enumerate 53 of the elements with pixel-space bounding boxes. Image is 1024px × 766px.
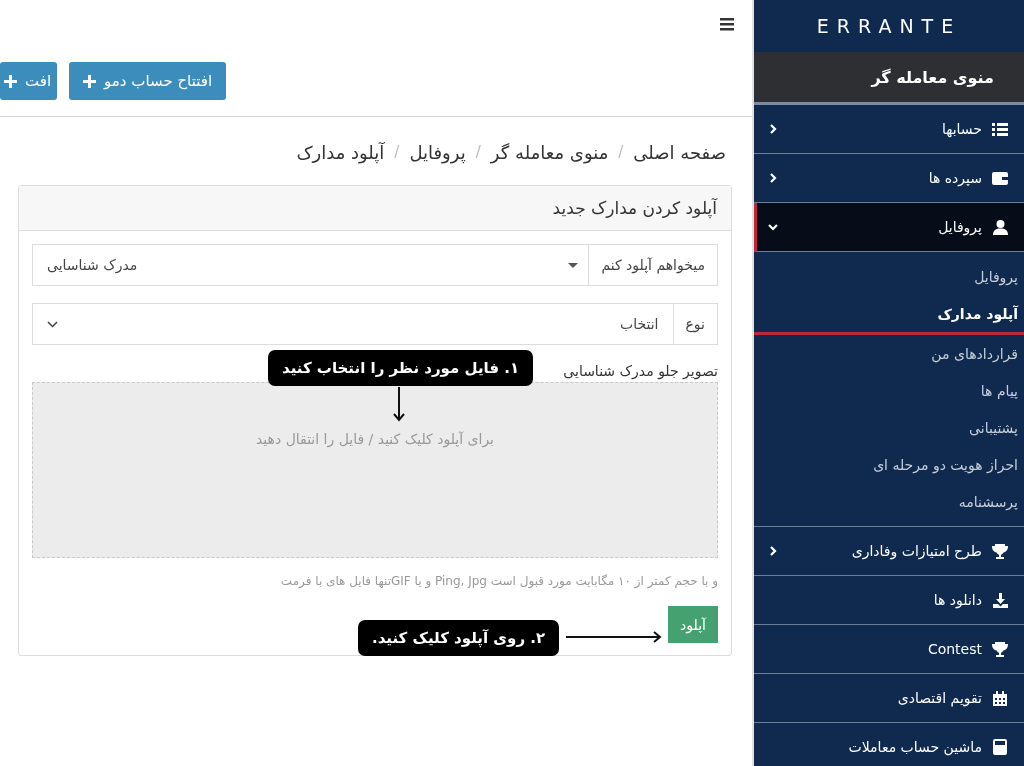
submenu-item[interactable]: پیام ها bbox=[754, 372, 1024, 409]
submenu-item[interactable]: پرسشنامه bbox=[754, 483, 1024, 520]
download-icon bbox=[992, 592, 1008, 608]
upload-label: تصویر جلو مدرک شناسایی bbox=[563, 363, 718, 379]
trophy-icon bbox=[992, 641, 1008, 657]
calendar-icon bbox=[993, 690, 1007, 706]
breadcrumb-separator: / bbox=[394, 143, 400, 161]
chevron-right-icon bbox=[768, 173, 778, 183]
calculator-icon bbox=[993, 739, 1007, 755]
sidebar-item[interactable]: دانلود ها bbox=[754, 576, 1024, 625]
document-type-dropdown[interactable]: مدرک شناسایی bbox=[32, 244, 589, 286]
submenu-item[interactable]: احراز هویت دو مرحله ای bbox=[754, 446, 1024, 483]
submenu-item[interactable]: پروفایل bbox=[754, 258, 1024, 295]
breadcrumb-separator: / bbox=[618, 143, 624, 161]
breadcrumb-separator: / bbox=[475, 143, 481, 161]
wallet-icon bbox=[992, 171, 1008, 185]
caret-icon bbox=[568, 262, 579, 268]
field-label: نوع bbox=[672, 303, 718, 345]
submenu-item[interactable]: پشتیبانی bbox=[754, 409, 1024, 446]
arrow-down-icon bbox=[393, 387, 405, 422]
breadcrumb-link[interactable]: آپلود مدارک bbox=[296, 141, 385, 163]
user-icon bbox=[992, 219, 1008, 235]
help-text: و با حجم کمتر از ۱۰ مگابایت مورد قبول است Ping, Jpg و یا GIFتنها فایل های با فرمت bbox=[279, 574, 718, 588]
open-account-button[interactable]: افتتاح حساب دمو bbox=[69, 62, 227, 100]
sidebar-item[interactable]: طرح امتیازات وفاداری bbox=[754, 527, 1024, 576]
type-select[interactable]: انتخاب bbox=[32, 303, 673, 345]
breadcrumb-link[interactable]: صفحه اصلی bbox=[633, 141, 726, 163]
logo: ERRANTE bbox=[816, 15, 962, 37]
open-account-button[interactable]: افت bbox=[0, 62, 58, 100]
sidebar-header: منوی معامله گر bbox=[754, 52, 1024, 105]
callout-label: ۲. روی آپلود کلیک کنید. bbox=[358, 620, 560, 656]
submenu-item[interactable]: قراردادهای من bbox=[754, 335, 1024, 372]
breadcrumb-link[interactable]: پروفایل bbox=[409, 141, 466, 163]
chevron-down-icon bbox=[47, 320, 58, 328]
sidebar-item[interactable]: پروفایل bbox=[754, 203, 1024, 252]
card-header: آپلود کردن مدارک جدید bbox=[19, 186, 731, 231]
sidebar-item[interactable]: تقویم اقتصادی bbox=[754, 674, 1024, 723]
sidebar-item[interactable]: حسابها bbox=[754, 105, 1024, 154]
arrow-right-icon bbox=[566, 631, 662, 643]
menu-icon[interactable] bbox=[720, 17, 734, 31]
sidebar-item[interactable]: Contest bbox=[754, 625, 1024, 674]
list-icon bbox=[992, 122, 1008, 136]
chevron-right-icon bbox=[768, 124, 778, 134]
callout-label: ۱. فایل مورد نظر را انتخاب کنید bbox=[268, 350, 534, 386]
submenu-item[interactable]: آپلود مدارک bbox=[754, 295, 1024, 335]
sidebar-item[interactable]: ماشین حساب معاملات bbox=[754, 723, 1024, 766]
field-label: میخواهم آپلود کنم bbox=[588, 244, 718, 286]
chevron-right-icon bbox=[768, 546, 778, 556]
plus-icon bbox=[83, 74, 97, 88]
chevron-down-icon bbox=[768, 222, 778, 232]
trophy-icon bbox=[992, 543, 1008, 559]
breadcrumb-link[interactable]: منوی معامله گر bbox=[490, 141, 609, 163]
plus-icon bbox=[4, 74, 17, 88]
